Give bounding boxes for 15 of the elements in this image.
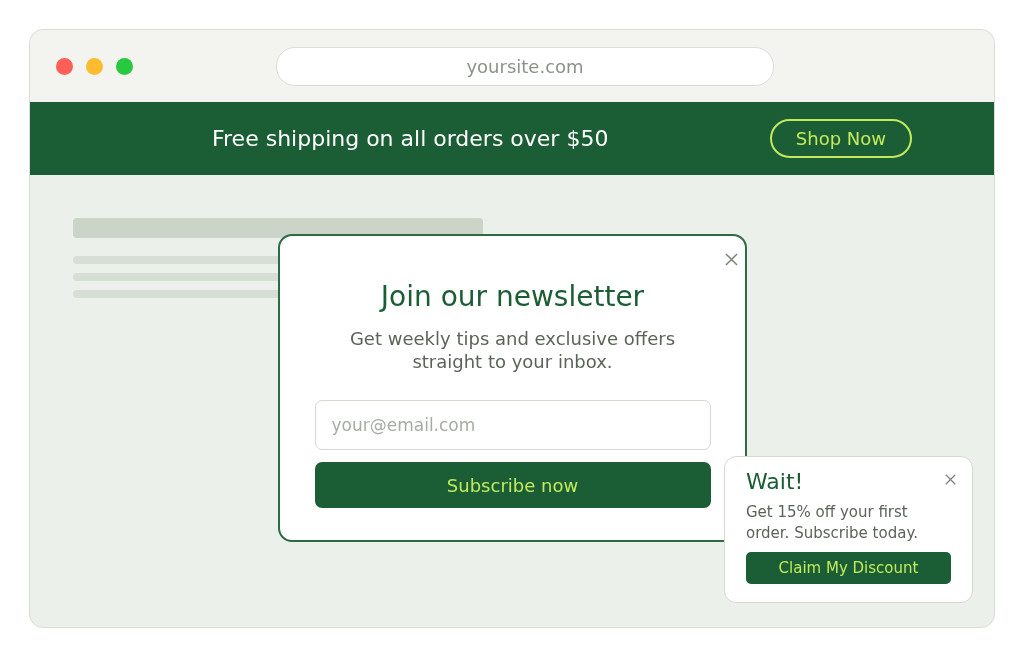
maximize-dot-icon[interactable] xyxy=(116,57,133,75)
close-icon[interactable] xyxy=(725,253,738,266)
popup-title: Wait! xyxy=(746,469,804,494)
banner-text: Free shipping on all orders over $50 xyxy=(212,126,609,151)
close-icon[interactable] xyxy=(945,474,956,485)
subscribe-button[interactable]: Subscribe now xyxy=(314,462,711,508)
address-bar[interactable]: yoursite.com xyxy=(276,46,774,86)
close-dot-icon[interactable] xyxy=(56,57,73,75)
modal-title: Join our newsletter xyxy=(380,280,645,313)
email-field[interactable]: your@email.com xyxy=(314,400,711,450)
claim-discount-button[interactable]: Claim My Discount xyxy=(746,552,951,584)
popup-text: Get 15% off your first order. Subscribe today. xyxy=(746,502,919,544)
shop-now-button[interactable]: Shop Now xyxy=(769,119,912,158)
minimize-dot-icon[interactable] xyxy=(86,57,103,75)
modal-description: Get weekly tips and exclusive offers straight to your inbox. xyxy=(348,327,677,373)
